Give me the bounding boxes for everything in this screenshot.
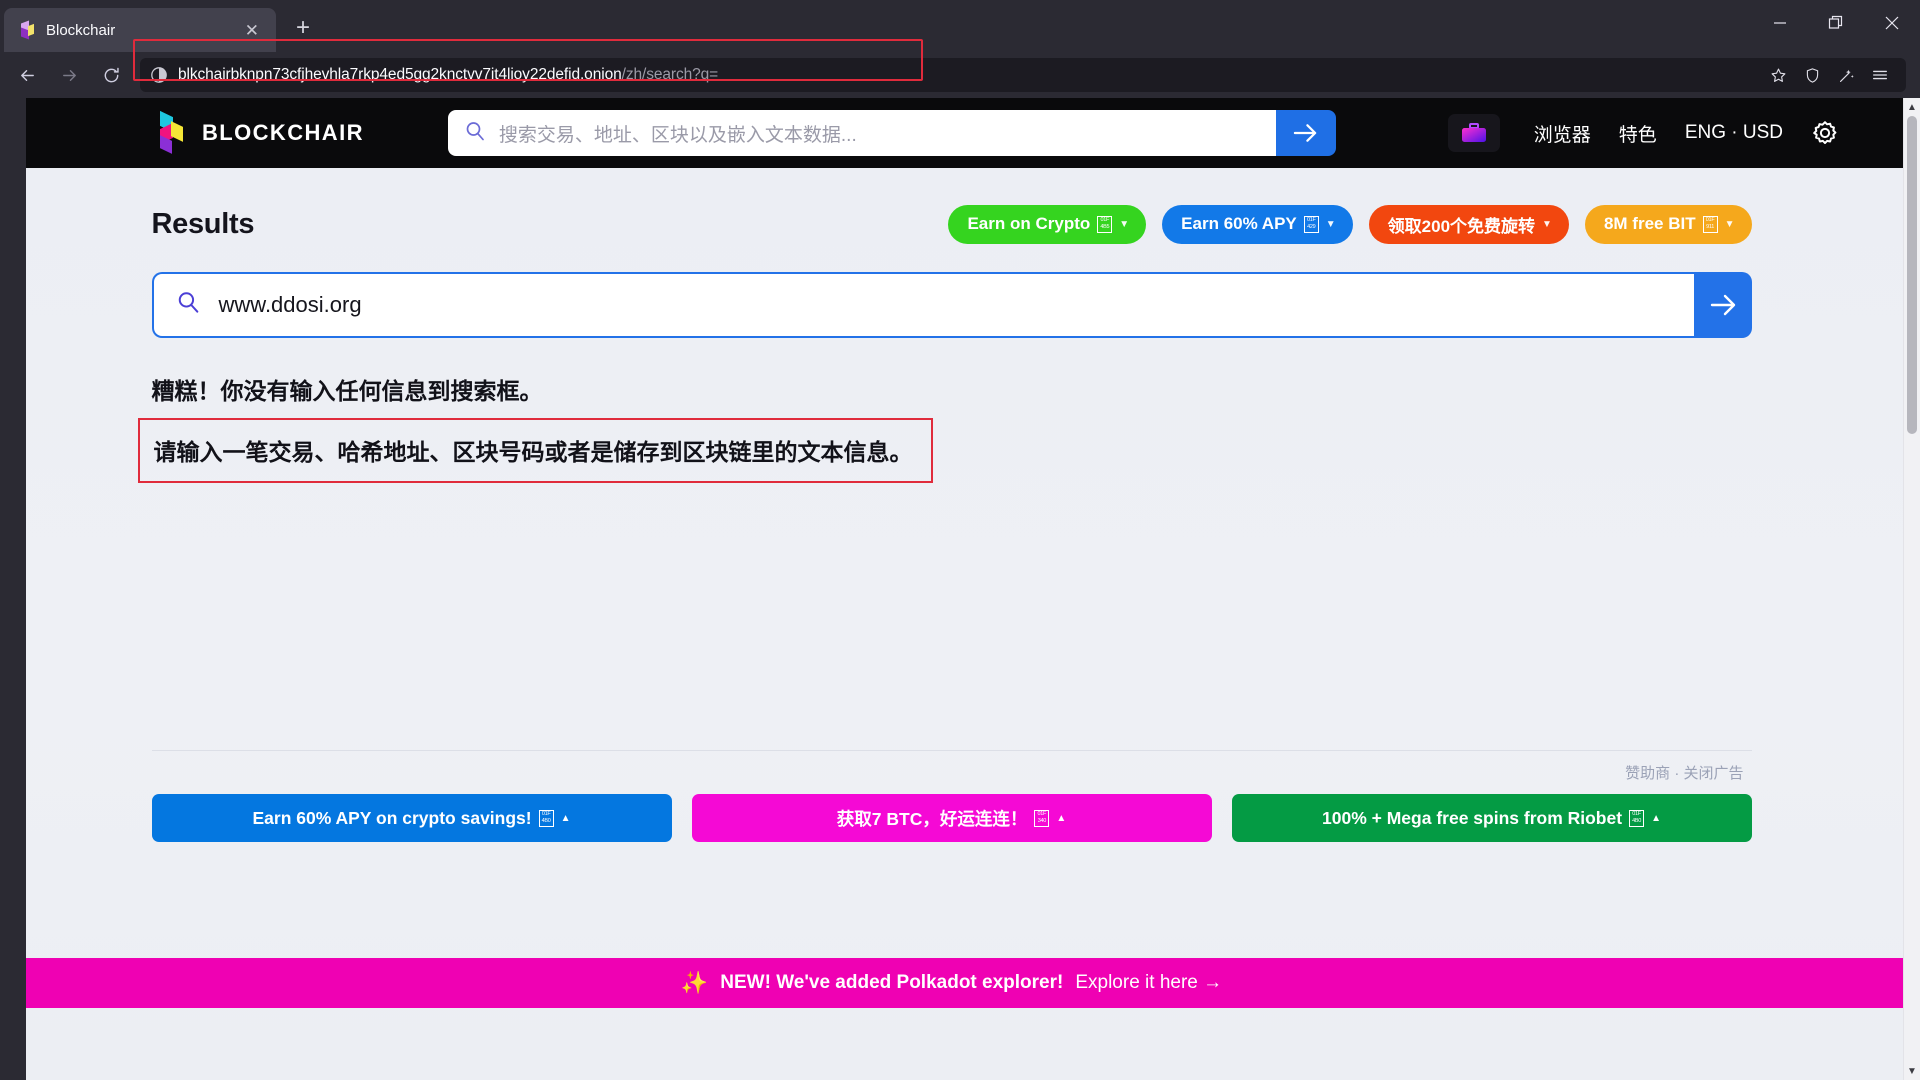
banner-link-text[interactable]: Explore it here → (1075, 972, 1222, 994)
maximize-icon[interactable] (1808, 0, 1864, 46)
emoji-tofu-icon: 01F 340 (1034, 809, 1050, 827)
promo-earn-on-crypto[interactable]: Earn on Crypto 01F 4B5 ▼ (948, 204, 1147, 244)
sponsor-link[interactable]: 赞助商 · 关闭广告 (1625, 762, 1743, 783)
scrollbar-thumb[interactable] (1907, 116, 1917, 434)
sparkle-icon: ✨ (680, 970, 709, 995)
emoji-tofu-icon: 01F 4B0 (1629, 809, 1645, 827)
url-host: blkchairbknpn73cfjhevhla7rkp4ed5gg2knctv… (178, 66, 622, 83)
blockchair-page: BLOCKCHAIR 搜索交易、地址、区块以及嵌入文本数据... 浏览器 特色 … (0, 98, 1903, 1080)
promo-free-spins[interactable]: 领取200个免费旋转 ▼ (1368, 204, 1569, 244)
nav-link-language-currency[interactable]: ENG · USD (1685, 122, 1783, 144)
window-controls (1752, 0, 1920, 46)
tab-strip: Blockchair ✕ + (0, 0, 1920, 52)
page-viewport: BLOCKCHAIR 搜索交易、地址、区块以及嵌入文本数据... 浏览器 特色 … (0, 98, 1920, 1080)
chevron-down-icon[interactable]: ▼ (1725, 219, 1735, 230)
promo-label: Earn on Crypto (967, 214, 1091, 233)
ad-label: Earn 60% APY on crypto savings! (252, 807, 532, 828)
nav-link-features[interactable]: 特色 (1619, 120, 1657, 147)
logo-text: BLOCKCHAIR (202, 120, 364, 145)
site-header: BLOCKCHAIR 搜索交易、地址、区块以及嵌入文本数据... 浏览器 特色 … (0, 98, 1903, 168)
url-path: /zh/search?q= (621, 66, 719, 83)
main-search-bar: www.ddosi.org (151, 272, 1752, 338)
header-nav: 浏览器 特色 ENG · USD (1447, 114, 1867, 152)
emoji-tofu-icon: 01F 429 (1303, 215, 1319, 233)
hamburger-menu-icon[interactable] (1864, 60, 1896, 90)
back-arrow-icon[interactable] (8, 58, 46, 92)
emoji-tofu-icon: 01F 4B5 (1097, 215, 1113, 233)
blockchair-favicon-icon (18, 20, 36, 40)
error-message-primary: 糟糕！你没有输入任何信息到搜索框。 (151, 378, 543, 404)
close-icon[interactable] (1864, 0, 1920, 46)
sparkle-wand-icon[interactable] (1830, 60, 1862, 90)
gear-icon[interactable] (1811, 119, 1839, 147)
chevron-up-icon[interactable]: ▲ (1651, 813, 1661, 824)
ad-banner-7btc[interactable]: 获取7 BTC，好运连连！ 01F 340 ▲ (691, 794, 1212, 842)
chevron-down-icon[interactable]: ▼ (1326, 219, 1336, 230)
magnifier-icon (464, 120, 486, 147)
reload-icon[interactable] (92, 58, 130, 92)
error-annotation-box: 请输入一笔交易、哈希地址、区块号码或者是储存到区块链里的文本信息。 (137, 418, 933, 483)
chevron-down-icon[interactable]: ▼ (1542, 219, 1552, 230)
banner-bold-text: NEW! We've added Polkadot explorer! (720, 972, 1064, 993)
urlbar-actions (1762, 60, 1896, 90)
scrollbar-track[interactable] (1904, 116, 1920, 1062)
star-icon[interactable] (1762, 60, 1794, 90)
forward-arrow-icon[interactable] (50, 58, 88, 92)
promo-8m-free-bit[interactable]: 8M free BIT 01F 911 ▼ (1584, 204, 1752, 244)
results-header-row: Results Earn on Crypto 01F 4B5 ▼ Earn 60%… (152, 202, 1752, 246)
browser-tab[interactable]: Blockchair ✕ (4, 8, 276, 52)
chevron-up-icon[interactable]: ▲ (561, 813, 571, 824)
search-input-value: www.ddosi.org (218, 292, 362, 317)
page-content: Results Earn on Crypto 01F 4B5 ▼ Earn 60%… (0, 168, 1903, 1008)
close-icon[interactable]: ✕ (240, 19, 264, 42)
ads-divider (151, 750, 1752, 751)
ad-banner-riobet[interactable]: 100% + Mega free spins from Riobet 01F 4B… (1231, 794, 1752, 842)
promo-buttons: Earn on Crypto 01F 4B5 ▼ Earn 60% APY 01F… (948, 204, 1752, 244)
viewport-left-gutter (0, 98, 26, 1080)
header-search-placeholder: 搜索交易、地址、区块以及嵌入文本数据... (498, 124, 857, 146)
url-bar[interactable]: blkchairbknpn73cfjhevhla7rkp4ed5gg2knctv… (140, 58, 1906, 92)
promo-label: Earn 60% APY (1181, 214, 1297, 233)
new-tab-button[interactable]: + (284, 10, 322, 46)
ad-banner-row: Earn 60% APY on crypto savings! 01F 4B0 ▲… (151, 794, 1752, 842)
chevron-down-icon[interactable]: ▼ (1119, 219, 1129, 230)
emoji-tofu-icon: 01F 4B0 (538, 809, 554, 827)
blockchair-logo[interactable]: BLOCKCHAIR (152, 110, 364, 154)
search-input[interactable]: www.ddosi.org (151, 272, 1694, 338)
scroll-up-arrow-icon[interactable]: ▲ (1904, 98, 1920, 116)
ad-label: 100% + Mega free spins from Riobet (1322, 807, 1623, 828)
url-text: blkchairbknpn73cfjhevhla7rkp4ed5gg2knctv… (178, 66, 718, 84)
navigation-toolbar: blkchairbknpn73cfjhevhla7rkp4ed5gg2knctv… (0, 52, 1920, 98)
ad-label: 获取7 BTC，好运连连！ (836, 808, 1028, 829)
page-title: Results (151, 207, 255, 240)
header-search-input[interactable]: 搜索交易、地址、区块以及嵌入文本数据... (447, 110, 1276, 156)
onion-shield-icon (150, 66, 168, 84)
briefcase-icon[interactable] (1447, 114, 1500, 152)
browser-window: Blockchair ✕ + blkchairbknpn73cfjhevhla7… (0, 0, 1920, 1080)
promo-earn-60-apy[interactable]: Earn 60% APY 01F 429 ▼ (1162, 204, 1353, 244)
promo-label: 8M free BIT (1603, 214, 1696, 233)
content-container: Results Earn on Crypto 01F 4B5 ▼ Earn 60%… (137, 202, 1752, 842)
tab-title: Blockchair (46, 21, 116, 39)
promo-label: 领取200个免费旋转 (1387, 216, 1536, 236)
header-search-submit[interactable] (1275, 110, 1336, 156)
blockchair-logo-icon (152, 110, 186, 154)
minimize-icon[interactable] (1752, 0, 1808, 46)
polkadot-announcement-banner[interactable]: ✨ NEW! We've added Polkadot explorer! Ex… (0, 958, 1903, 1008)
page-scrollbar[interactable]: ▲ ▼ (1903, 98, 1920, 1080)
scroll-down-arrow-icon[interactable]: ▼ (1904, 1062, 1920, 1080)
search-submit-button[interactable] (1693, 272, 1752, 338)
ad-banner-crypto-savings[interactable]: Earn 60% APY on crypto savings! 01F 4B0 ▲ (151, 794, 672, 842)
chevron-up-icon[interactable]: ▲ (1056, 813, 1066, 824)
error-message-secondary: 请输入一笔交易、哈希地址、区块号码或者是储存到区块链里的文本信息。 (153, 439, 913, 465)
emoji-tofu-icon: 01F 911 (1702, 215, 1718, 233)
nav-link-explorers[interactable]: 浏览器 (1534, 120, 1591, 147)
header-search: 搜索交易、地址、区块以及嵌入文本数据... (447, 110, 1336, 156)
magnifier-icon (176, 290, 201, 320)
shield-icon[interactable] (1796, 60, 1828, 90)
